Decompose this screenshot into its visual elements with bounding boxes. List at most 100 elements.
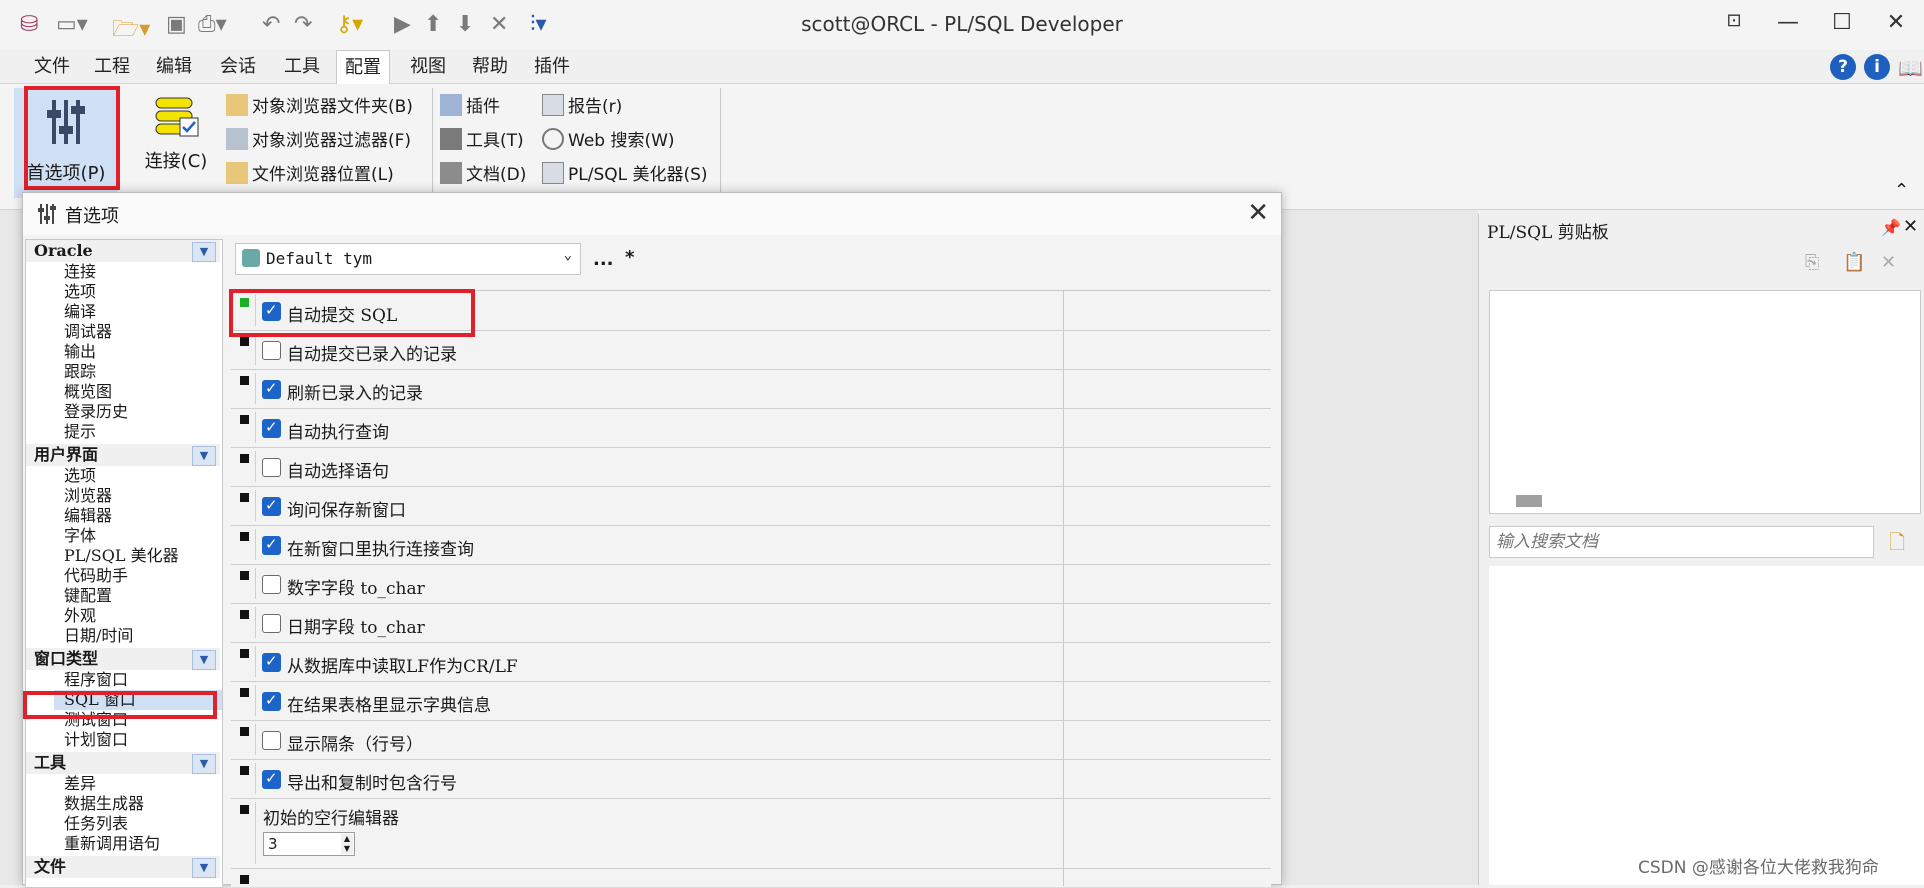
chevron-down-icon[interactable]: ▼ [192, 446, 216, 466]
documents-button[interactable]: 文档(D) [440, 160, 526, 185]
commit-icon[interactable]: ⬆ [424, 12, 442, 37]
tree-group-files[interactable]: 文件 ▼ [26, 856, 220, 878]
option-checkbox[interactable] [262, 691, 281, 711]
option-checkbox[interactable] [262, 496, 281, 516]
tree-item[interactable]: 浏览器 [64, 486, 112, 506]
option-checkbox[interactable] [262, 418, 281, 438]
open-folder-icon[interactable]: 🗁▾ [112, 12, 150, 50]
tree-item[interactable]: 编译 [64, 302, 96, 322]
save-icon[interactable]: ▣ [166, 12, 187, 37]
tree-item[interactable]: 字体 [64, 526, 96, 546]
collapse-ribbon-icon[interactable]: ⌃ [1894, 180, 1909, 201]
option-checkbox[interactable] [262, 458, 281, 477]
menu-edit[interactable]: 编辑 [148, 50, 200, 83]
spin-arrows-icon[interactable]: ▲ ▼ [341, 834, 353, 854]
file-browser-locations-button[interactable]: 文件浏览器位置(L) [226, 160, 394, 185]
tree-item[interactable]: 外观 [64, 606, 96, 626]
menu-view[interactable]: 视图 [402, 50, 454, 83]
close-button[interactable]: ✕ [1876, 10, 1916, 40]
option-checkbox[interactable] [262, 614, 281, 633]
rollback-icon[interactable]: ⬇ [456, 12, 474, 37]
tree-group-ui[interactable]: 用户界面 ▼ [26, 444, 220, 466]
tree-item[interactable]: 连接 [64, 262, 96, 282]
redo-icon[interactable]: ↷ [294, 12, 312, 37]
preferences-small-icon[interactable]: ⫶▾ [530, 12, 547, 37]
option-checkbox[interactable] [262, 575, 281, 594]
reports-button[interactable]: 报告(r) [542, 92, 622, 117]
new-window-icon[interactable]: ▭▾ [56, 12, 88, 37]
tree-item[interactable]: 计划窗口 [64, 730, 128, 750]
profile-select[interactable]: Default tym ⌄ [235, 243, 581, 275]
chevron-down-icon[interactable]: ▼ [192, 650, 216, 670]
menu-plugins[interactable]: 插件 [526, 50, 578, 83]
tree-item[interactable]: 差异 [64, 774, 96, 794]
menu-project[interactable]: 工程 [86, 50, 138, 83]
menu-configure[interactable]: 配置 [336, 50, 390, 85]
database-icon[interactable]: ⛁ [20, 12, 38, 37]
break-icon[interactable]: ✕ [490, 12, 508, 37]
chevron-down-icon[interactable]: ▼ [192, 242, 216, 262]
minimize-button[interactable]: — [1768, 10, 1808, 40]
delete-clip-icon[interactable]: ✕ [1881, 252, 1896, 273]
tree-item[interactable]: 数据生成器 [64, 794, 144, 814]
option-checkbox[interactable] [262, 535, 281, 555]
option-checkbox[interactable] [262, 769, 281, 789]
tree-item[interactable]: 日期/时间 [64, 626, 133, 646]
option-checkbox[interactable] [262, 652, 281, 672]
tree-item[interactable]: 选项 [64, 466, 96, 486]
tree-item[interactable]: 调试器 [64, 322, 112, 342]
web-search-button[interactable]: Web 搜索(W) [542, 126, 675, 151]
run-icon[interactable]: ▶ [394, 12, 411, 37]
tree-item[interactable]: 提示 [64, 422, 96, 442]
restore-ribbon-icon[interactable]: ⊡ [1714, 10, 1754, 40]
close-panel-icon[interactable]: ✕ [1903, 216, 1918, 237]
chevron-down-icon[interactable]: ⌄ [564, 247, 572, 263]
tree-group-tools[interactable]: 工具 ▼ [26, 752, 220, 774]
tree-item[interactable]: 跟踪 [64, 362, 96, 382]
tree-group-window-types[interactable]: 窗口类型 ▼ [26, 648, 220, 670]
documents-list[interactable] [1489, 566, 1924, 885]
tree-item[interactable]: 编辑器 [64, 506, 112, 526]
option-checkbox[interactable] [262, 341, 281, 360]
help-icon[interactable]: ? [1830, 54, 1856, 80]
tree-item[interactable]: 概览图 [64, 382, 112, 402]
profile-more-button[interactable]: ... [593, 249, 614, 270]
key-icon[interactable]: ⚷▾ [336, 12, 363, 37]
empty-row-stepper[interactable]: 3 ▲ ▼ [263, 832, 355, 856]
info-icon[interactable]: i [1864, 54, 1890, 80]
maximize-button[interactable]: ☐ [1822, 10, 1862, 40]
option-checkbox[interactable] [262, 731, 281, 750]
connect-button[interactable]: 连接(C) [136, 92, 216, 173]
clipboard-list[interactable] [1489, 290, 1921, 514]
beautifier-button[interactable]: PL/SQL 美化器(S) [542, 160, 708, 185]
undo-icon[interactable]: ↶ [262, 12, 280, 37]
tree-item[interactable]: 输出 [64, 342, 96, 362]
scrollbar-thumb[interactable] [1516, 495, 1542, 507]
browser-filters-button[interactable]: 对象浏览器过滤器(F) [226, 126, 411, 151]
menu-file[interactable]: 文件 [26, 50, 78, 83]
tree-group-oracle[interactable]: Oracle ▼ [26, 240, 220, 262]
dialog-close-icon[interactable]: ✕ [1247, 198, 1269, 228]
chevron-down-icon[interactable]: ▼ [192, 858, 216, 878]
plugins-button[interactable]: 插件 [440, 92, 500, 117]
print-icon[interactable]: ⎙▾ [198, 12, 227, 37]
copy-icon[interactable]: ⎘ [1805, 252, 1819, 273]
book-icon[interactable]: 📖 [1898, 56, 1923, 80]
chevron-down-icon[interactable]: ▼ [192, 754, 216, 774]
menu-help[interactable]: 帮助 [464, 50, 516, 83]
tree-item[interactable]: 重新调用语句 [64, 834, 160, 854]
tree-item[interactable]: 任务列表 [64, 814, 128, 834]
tree-item[interactable]: 键配置 [64, 586, 112, 606]
paste-icon[interactable]: 📋 [1843, 252, 1865, 273]
pin-icon[interactable]: 📌 [1881, 218, 1901, 237]
new-doc-icon[interactable]: 🗋 [1889, 528, 1905, 562]
tree-item[interactable]: 登录历史 [64, 402, 128, 422]
tree-item[interactable]: 选项 [64, 282, 96, 302]
tree-item[interactable]: 程序窗口 [64, 670, 128, 690]
browser-folders-button[interactable]: 对象浏览器文件夹(B) [226, 92, 413, 117]
search-docs-input[interactable] [1489, 526, 1874, 558]
tree-item[interactable]: 代码助手 [64, 566, 128, 586]
menu-session[interactable]: 会话 [212, 50, 264, 83]
tools-button[interactable]: 工具(T) [440, 126, 524, 151]
option-checkbox[interactable] [262, 379, 281, 399]
